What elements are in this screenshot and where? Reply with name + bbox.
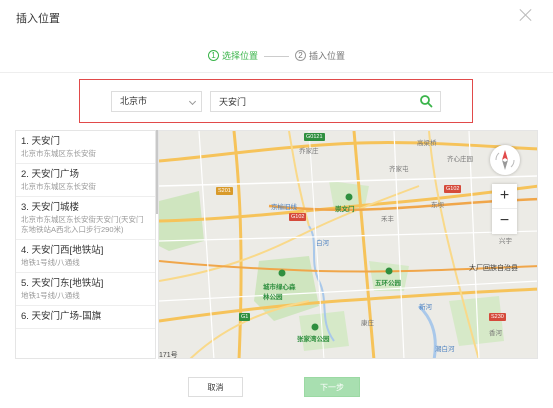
compass-icon[interactable] xyxy=(490,145,520,175)
map-view[interactable]: G0121 S201 G102 G102 G1 S230 171号 高梁桥 乔家… xyxy=(158,130,538,359)
city-select-value: 北京市 xyxy=(120,96,148,106)
result-address: 地铁1号线/八通线 xyxy=(21,258,80,267)
map-place-label: 大厂回族自治县 xyxy=(469,265,518,272)
road-tag: G102 xyxy=(444,185,462,193)
step-number: 1 xyxy=(208,50,219,61)
map-place-label: 康庄 xyxy=(361,320,374,327)
zoom-out-button[interactable]: − xyxy=(492,209,517,234)
road-tag: G0121 xyxy=(304,133,325,141)
search-icon[interactable] xyxy=(419,94,433,108)
dialog-title: 插入位置 xyxy=(16,13,60,25)
result-name: 5. 天安门东[地铁站] xyxy=(21,278,104,289)
zoom-control: + − xyxy=(492,184,517,234)
map-place-label: 乔家庄 xyxy=(299,148,319,155)
road-label: 171号 xyxy=(159,352,178,359)
road-tag: S201 xyxy=(216,187,233,195)
result-item[interactable]: 4. 天安门西[地铁站] 地铁1号线/八通线 xyxy=(16,240,155,273)
map-place-label: 潮白河 xyxy=(435,346,455,353)
step-number: 2 xyxy=(295,50,306,61)
result-name: 4. 天安门西[地铁站] xyxy=(21,245,104,256)
map-place-label: 香河 xyxy=(489,330,502,337)
result-name: 6. 天安门广场-国旗 xyxy=(21,311,102,322)
map-place-label: 禾丰 xyxy=(381,216,394,223)
step-select-location: 1 选择位置 xyxy=(208,49,258,62)
result-name: 2. 天安门广场 xyxy=(21,169,80,180)
result-item[interactable]: 3. 天安门城楼 北京市东城区东长安街天安门(天安门东地铁站A西北入口步行290… xyxy=(16,197,155,240)
next-step-button[interactable]: 下一步 xyxy=(304,377,360,397)
result-item[interactable]: 2. 天安门广场 北京市东城区东长安街 xyxy=(16,164,155,197)
map-place-label: 新河 xyxy=(419,304,432,311)
map-place-label: 东坝 xyxy=(431,202,444,209)
chevron-down-icon xyxy=(188,97,197,106)
result-name: 1. 天安门 xyxy=(21,136,61,147)
search-input[interactable] xyxy=(210,91,441,112)
step-label: 插入位置 xyxy=(309,51,346,61)
map-poi-label: 五环公园 xyxy=(375,280,401,287)
result-name: 3. 天安门城楼 xyxy=(21,202,80,213)
result-address: 地铁1号线/八通线 xyxy=(21,291,80,300)
map-canvas xyxy=(159,131,537,358)
map-poi-label: 城市绿心森林公园 xyxy=(263,284,296,301)
map-place-label: 齐家屯 xyxy=(389,166,409,173)
road-tag: G102 xyxy=(289,213,307,221)
result-item[interactable]: 6. 天安门广场-国旗 xyxy=(16,306,155,329)
search-results-list: 1. 天安门 北京市东城区东长安街 2. 天安门广场 北京市东城区东长安街 3.… xyxy=(15,130,156,359)
road-tag: G1 xyxy=(239,313,251,321)
close-icon[interactable] xyxy=(519,8,533,22)
result-address: 北京市东城区东长安街 xyxy=(21,149,96,158)
result-item[interactable]: 1. 天安门 北京市东城区东长安街 xyxy=(16,131,155,164)
result-address: 北京市东城区东长安街天安门(天安门东地铁站A西北入口步行290米) xyxy=(21,215,144,234)
search-area: 北京市 xyxy=(79,79,473,123)
step-indicator: 1 选择位置 2 插入位置 xyxy=(0,49,553,63)
step-connector xyxy=(264,56,289,57)
step-insert-location: 2 插入位置 xyxy=(295,49,345,62)
map-place-label: 白河 xyxy=(316,240,329,247)
map-place-label: 齐心庄园 xyxy=(447,156,473,163)
map-place-label: 高梁桥 xyxy=(417,140,437,147)
map-place-label: 兴宇 xyxy=(499,238,512,245)
map-road-label: 京榆旧线 xyxy=(271,204,297,211)
header-divider xyxy=(0,72,553,73)
city-select[interactable]: 北京市 xyxy=(111,91,202,112)
insert-location-dialog: 插入位置 1 选择位置 2 插入位置 北京市 1. 天安门 北京市东城区东长安街 xyxy=(0,0,553,408)
map-poi-label: 张家湾公园 xyxy=(297,336,330,343)
zoom-in-button[interactable]: + xyxy=(492,184,517,209)
step-label: 选择位置 xyxy=(222,51,259,61)
result-address: 北京市东城区东长安街 xyxy=(21,182,96,191)
result-item[interactable]: 5. 天安门东[地铁站] 地铁1号线/八通线 xyxy=(16,273,155,306)
road-tag: S230 xyxy=(489,313,506,321)
cancel-button[interactable]: 取消 xyxy=(188,377,243,397)
map-poi-label: 崇文门 xyxy=(335,206,355,213)
